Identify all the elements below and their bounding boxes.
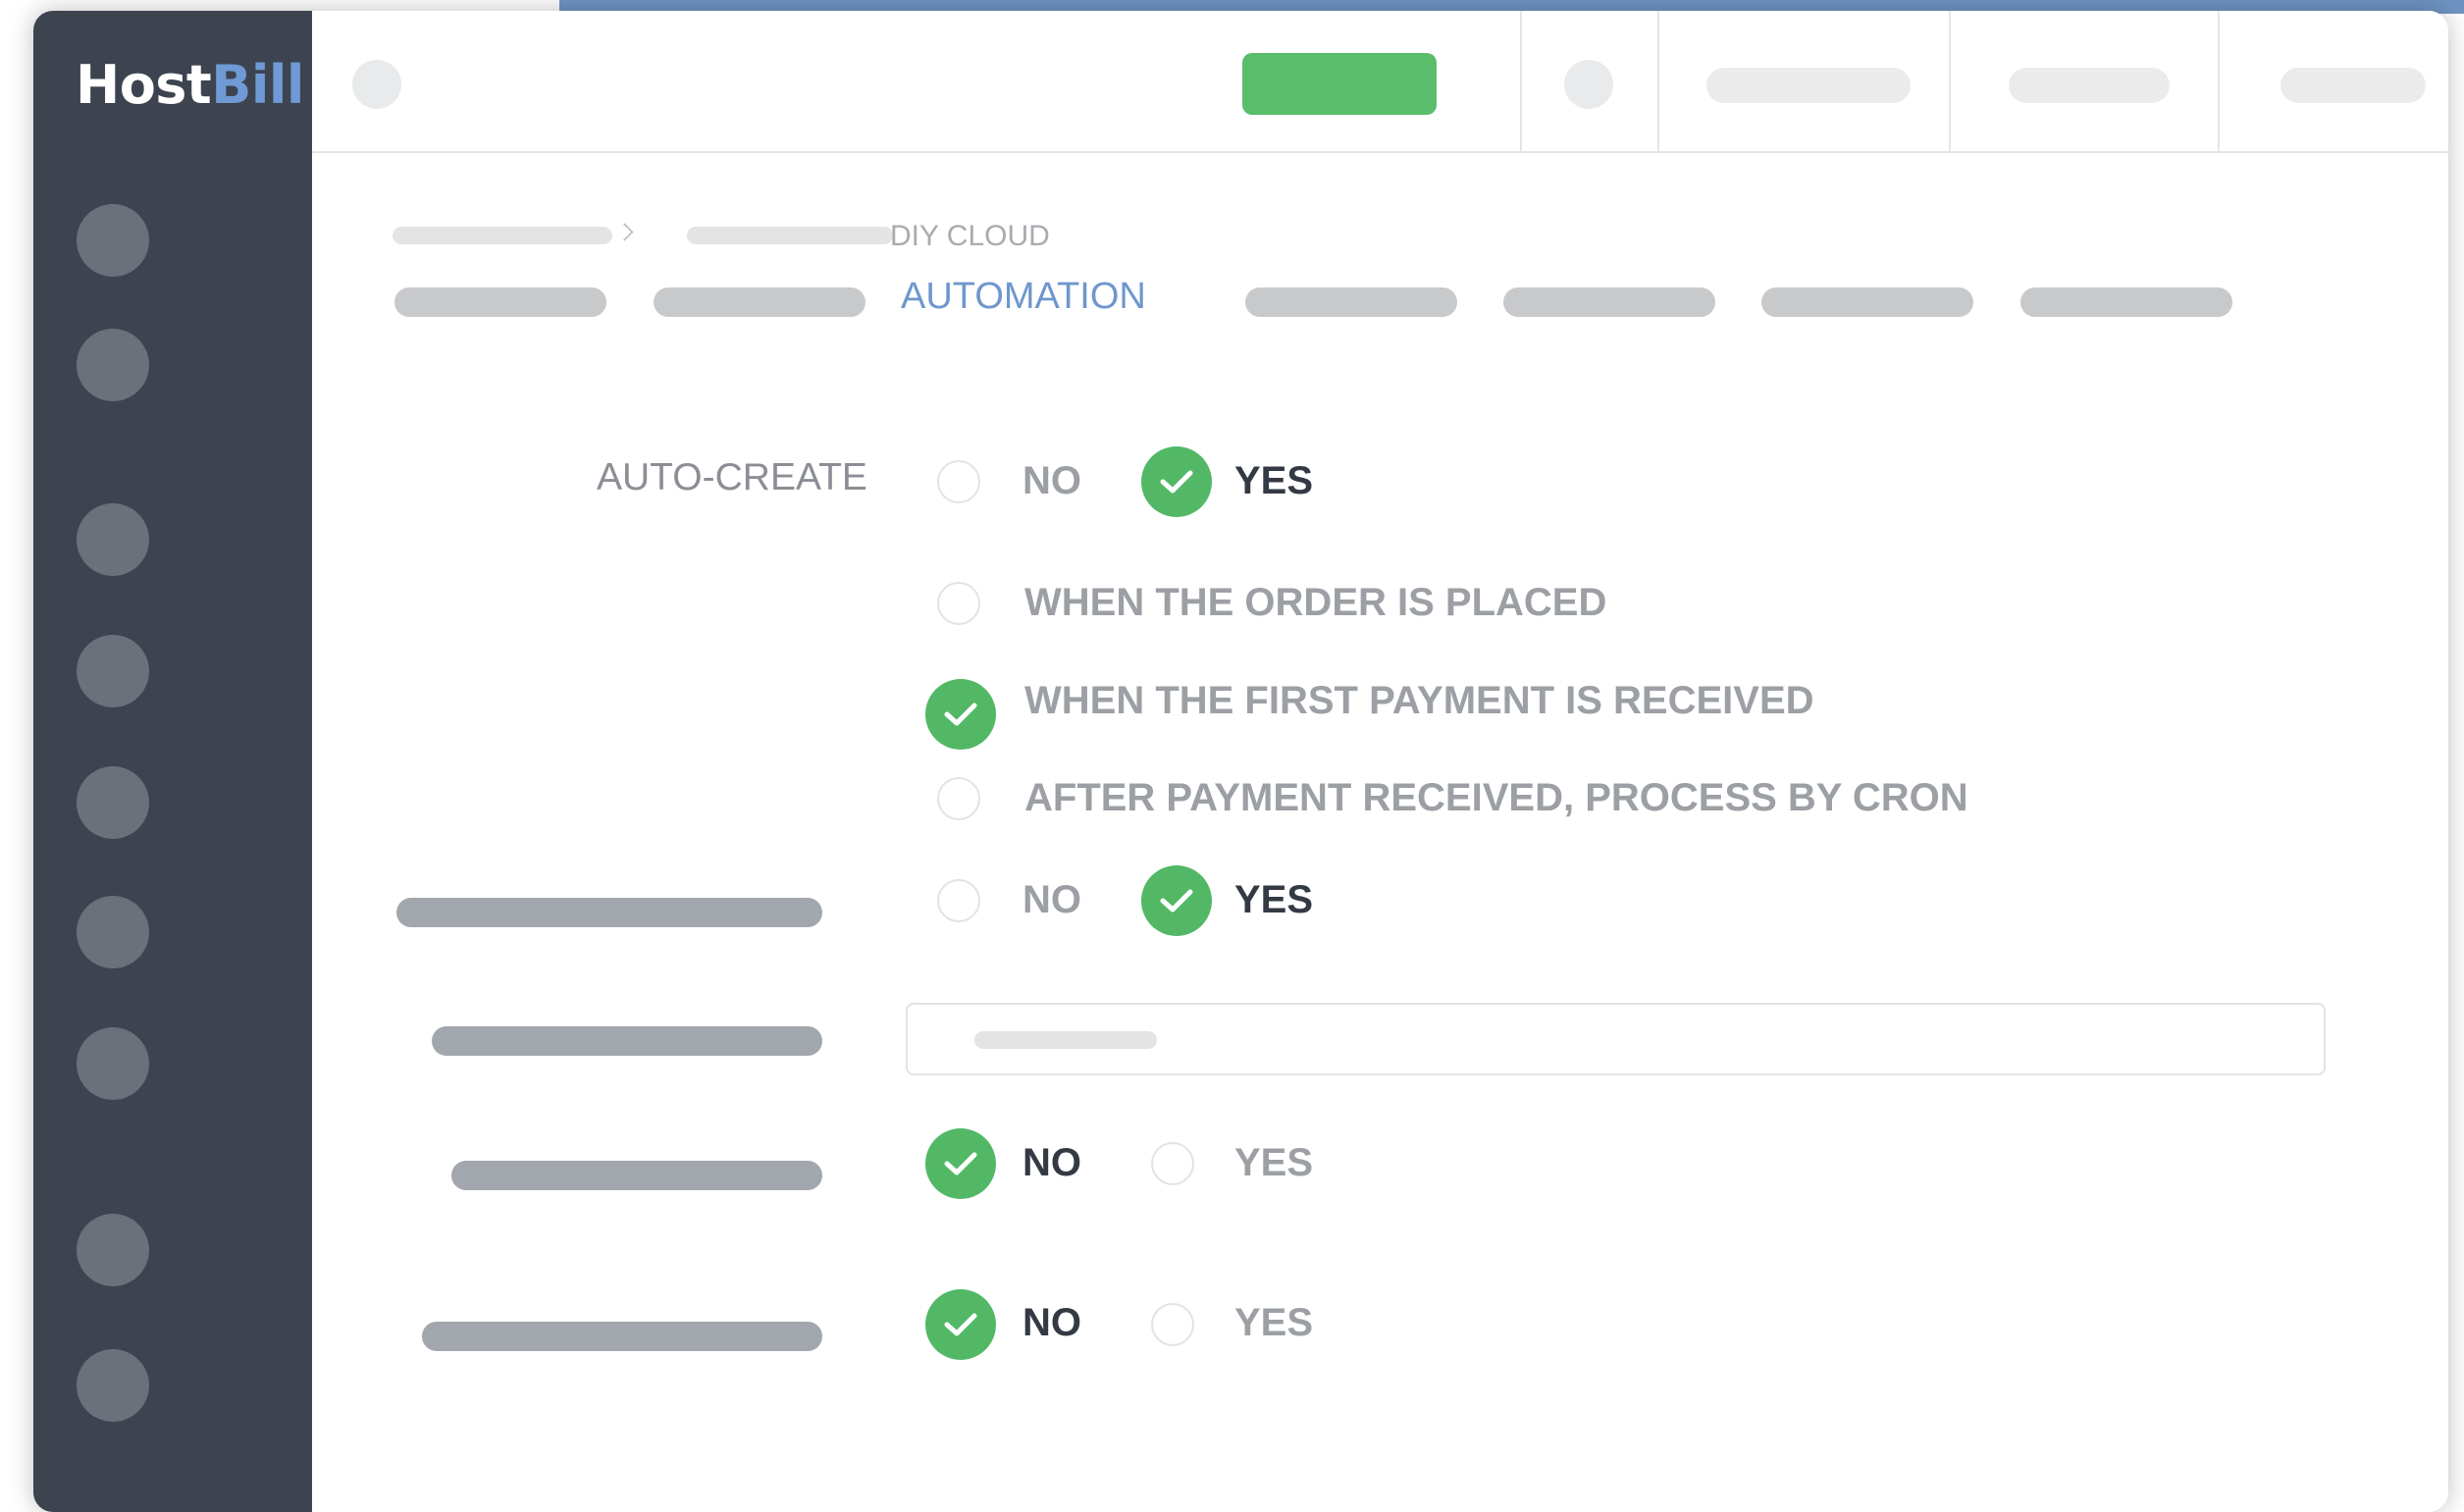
breadcrumb-current: DIY CLOUD <box>890 220 1050 252</box>
tab[interactable] <box>654 287 865 317</box>
sidebar-nav-icon[interactable] <box>77 204 149 277</box>
sidebar-nav-icon[interactable] <box>77 896 149 968</box>
timing-cron-label: AFTER PAYMENT RECEIVED, PROCESS BY CRON <box>1024 776 1968 819</box>
timing-first-payment-label: WHEN THE FIRST PAYMENT IS RECEIVED <box>1024 679 1814 722</box>
sidebar-nav-icon[interactable] <box>77 766 149 839</box>
sidebar-nav-icon[interactable] <box>77 1349 149 1422</box>
auto-create-no-radio[interactable] <box>937 460 980 503</box>
check-icon <box>1160 470 1193 494</box>
menu-toggle-icon[interactable] <box>352 60 401 109</box>
top-bar <box>312 11 2448 153</box>
check-icon <box>944 1313 977 1336</box>
hostbill-logo[interactable]: HostBill <box>76 54 304 116</box>
tab[interactable] <box>2020 287 2232 317</box>
sidebar: HostBill <box>33 11 312 1512</box>
tab[interactable] <box>394 287 606 317</box>
row4-yes-label: YES <box>1234 1141 1314 1184</box>
timing-order-placed-label: WHEN THE ORDER IS PLACED <box>1024 581 1607 624</box>
field-label <box>451 1161 822 1190</box>
tab[interactable] <box>1503 287 1715 317</box>
field-label <box>432 1026 822 1056</box>
row2-no-radio[interactable] <box>937 879 980 922</box>
main-content: DIY CLOUD AUTOMATION AUTO-CREATE NO YES … <box>312 153 2448 1512</box>
field-label <box>422 1322 822 1351</box>
row5-yes-label: YES <box>1234 1301 1314 1344</box>
topbar-menu-item[interactable] <box>1706 68 1911 103</box>
notification-icon[interactable] <box>1564 60 1613 109</box>
sidebar-nav-icon[interactable] <box>77 329 149 401</box>
row4-no-label: NO <box>1022 1141 1081 1184</box>
timing-order-placed-radio[interactable] <box>937 582 980 625</box>
row5-no-radio[interactable] <box>925 1289 996 1360</box>
row2-yes-radio[interactable] <box>1141 865 1212 936</box>
row4-no-radio[interactable] <box>925 1128 996 1199</box>
sidebar-nav-icon[interactable] <box>77 1214 149 1286</box>
check-icon <box>944 703 977 726</box>
app-window: HostBill DIY CLOUD AUTOMATION AUTO-CREAT… <box>33 11 2448 1512</box>
divider <box>2218 11 2220 151</box>
timing-cron-radio[interactable] <box>937 777 980 820</box>
breadcrumb-item[interactable] <box>393 227 612 244</box>
text-input[interactable] <box>906 1003 2326 1075</box>
primary-action-button[interactable] <box>1242 53 1437 115</box>
sidebar-nav-icon[interactable] <box>77 635 149 707</box>
field-label <box>396 898 822 927</box>
logo-bill: Bill <box>211 54 304 116</box>
auto-create-no-label: NO <box>1022 459 1081 502</box>
check-icon <box>944 1152 977 1175</box>
check-icon <box>1160 889 1193 912</box>
auto-create-yes-radio[interactable] <box>1141 446 1212 517</box>
divider <box>1657 11 1659 151</box>
auto-create-label: AUTO-CREATE <box>597 456 867 498</box>
logo-host: Host <box>76 54 212 116</box>
chevron-right-icon <box>615 223 634 241</box>
topbar-menu-item[interactable] <box>2009 68 2170 103</box>
sidebar-nav-icon[interactable] <box>77 1027 149 1100</box>
row2-no-label: NO <box>1022 878 1081 921</box>
breadcrumb-item[interactable] <box>687 227 893 244</box>
timing-first-payment-radio[interactable] <box>925 679 996 750</box>
input-placeholder <box>974 1031 1157 1049</box>
row5-no-label: NO <box>1022 1301 1081 1344</box>
row5-yes-radio[interactable] <box>1151 1303 1194 1346</box>
divider <box>1949 11 1951 151</box>
auto-create-yes-label: YES <box>1234 459 1314 502</box>
row4-yes-radio[interactable] <box>1151 1142 1194 1185</box>
tab-automation[interactable]: AUTOMATION <box>901 276 1146 318</box>
tab[interactable] <box>1761 287 1973 317</box>
sidebar-nav-icon[interactable] <box>77 503 149 576</box>
divider <box>1520 11 1522 151</box>
tab[interactable] <box>1245 287 1457 317</box>
topbar-menu-item[interactable] <box>2281 68 2426 103</box>
row2-yes-label: YES <box>1234 878 1314 921</box>
